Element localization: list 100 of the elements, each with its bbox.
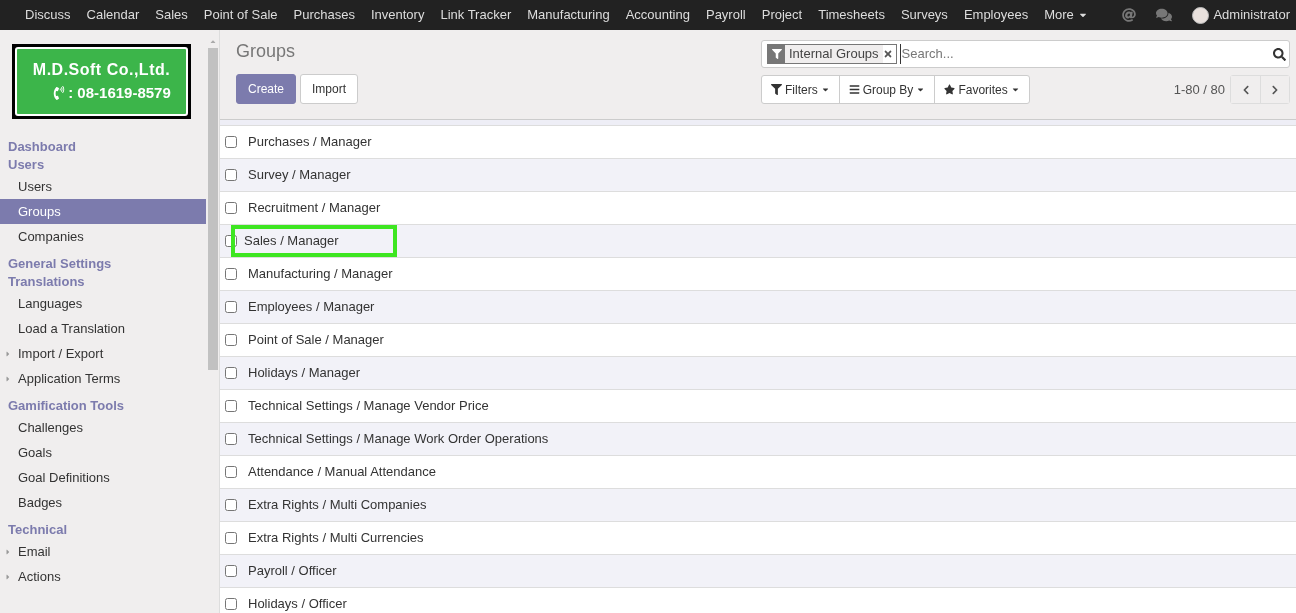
group-name: Attendance / Manual Attendance (247, 463, 437, 482)
pager-value: 1-80 / 80 (1173, 80, 1225, 99)
row-checkbox[interactable] (225, 169, 237, 181)
row-checkbox[interactable] (225, 598, 237, 610)
group-name: Technical Settings / Manage Vendor Price (247, 397, 490, 416)
nav-menu-item[interactable]: Payroll (697, 5, 754, 25)
search-input[interactable]: Search... (899, 44, 1270, 64)
row-checkbox[interactable] (225, 367, 237, 379)
sidebar-item[interactable]: Goal Definitions (0, 465, 206, 490)
row-checkbox[interactable] (225, 301, 237, 313)
caret-icon (4, 572, 12, 581)
sidebar-item[interactable]: Application Terms (0, 366, 206, 391)
list-row[interactable]: Holidays / Manager (220, 357, 1296, 390)
sidebar-heading: General Settings (7, 255, 113, 273)
group-name: Holidays / Officer (247, 595, 348, 613)
nav-menu-item[interactable]: Purchases (285, 5, 363, 25)
sidebar-item[interactable]: Languages (0, 291, 206, 316)
row-checkbox[interactable] (225, 136, 237, 148)
row-checkbox[interactable] (225, 334, 237, 346)
chat-icon[interactable] (1156, 7, 1173, 23)
filter-icon (771, 49, 782, 59)
close-icon[interactable] (882, 49, 893, 59)
list-row[interactable]: Extra Rights / Multi Companies (220, 489, 1296, 522)
row-checkbox[interactable] (225, 466, 237, 478)
row-checkbox[interactable] (225, 499, 237, 511)
row-checkbox[interactable] (225, 433, 237, 445)
dropdown-button[interactable]: Group By (838, 76, 935, 103)
sidebar-item-label: Application Terms (18, 369, 121, 388)
nav-menu-item[interactable]: Manufacturing (519, 5, 618, 25)
caret-icon (916, 85, 926, 94)
caret-icon (4, 349, 12, 358)
sidebar-item-label: Actions (18, 567, 61, 586)
sidebar-item[interactable]: Import / Export (0, 341, 206, 366)
dropdown-button[interactable]: Filters (762, 76, 839, 103)
list-icon (848, 84, 860, 95)
sidebar-heading: Dashboard (7, 138, 77, 156)
row-checkbox[interactable] (225, 400, 237, 412)
nav-menu-item[interactable]: Surveys (892, 5, 956, 25)
group-name: Sales / Manager (231, 225, 397, 257)
list-row[interactable]: Payroll / Officer (220, 555, 1296, 588)
sidebar-item[interactable]: Challenges (0, 415, 206, 440)
caret-icon (4, 547, 12, 556)
group-name: Holidays / Manager (247, 364, 361, 383)
row-checkbox[interactable] (225, 235, 237, 247)
sidebar-item[interactable]: Groups (0, 199, 206, 224)
caret-icon (1010, 85, 1020, 94)
sidebar-item[interactable]: Badges (0, 490, 206, 515)
nav-menu-item[interactable]: Discuss (17, 5, 79, 25)
row-checkbox[interactable] (225, 532, 237, 544)
filter-icon (771, 84, 782, 95)
row-checkbox[interactable] (225, 202, 237, 214)
user-menu[interactable]: Administrator (1213, 5, 1290, 25)
group-name: Technical Settings / Manage Work Order Operations (247, 430, 550, 449)
page-title: Groups (236, 40, 297, 62)
group-name: Extra Rights / Multi Currencies (247, 529, 425, 548)
search-field[interactable]: Internal Groups Search... (761, 40, 1290, 68)
list-row[interactable]: Survey / Manager (220, 159, 1296, 192)
sidebar-item-label: Email (18, 542, 51, 561)
sidebar-item[interactable]: Actions (0, 564, 206, 589)
mention-icon[interactable] (1122, 8, 1137, 22)
chevron-right-icon (1270, 84, 1280, 95)
sidebar-item[interactable]: Load a Translation (0, 316, 206, 341)
more-menu[interactable]: More (1036, 5, 1096, 25)
row-checkbox[interactable] (225, 565, 237, 577)
dropdown-button[interactable]: Favorites (934, 76, 1029, 103)
nav-menu-item[interactable]: Employees (955, 5, 1037, 25)
sidebar-heading: Technical (7, 521, 68, 539)
logo-company-name: M.D.Soft Co.,Ltd. (32, 59, 171, 80)
sidebar-heading: Translations (7, 273, 86, 291)
list-row[interactable]: Sales / Manager (220, 225, 1296, 258)
nav-menu-item[interactable]: Link Tracker (432, 5, 520, 25)
nav-menu-item[interactable]: Sales (147, 5, 196, 25)
group-name: Extra Rights / Multi Companies (247, 496, 428, 515)
nav-menu-item[interactable]: Point of Sale (195, 5, 286, 25)
create-button[interactable]: Create (236, 74, 297, 104)
sidebar-item-label: Import / Export (18, 344, 104, 363)
nav-menu-item[interactable]: Inventory (362, 5, 433, 25)
sidebar-item[interactable]: Email (0, 539, 206, 564)
sidebar-item[interactable]: Goals (0, 440, 206, 465)
logo-phone: : 08-1619-8579 (68, 82, 171, 103)
avatar (1192, 6, 1210, 24)
caret-icon (4, 374, 12, 383)
nav-menu-item[interactable]: Project (753, 5, 811, 25)
sidebar-heading: Gamification Tools (7, 397, 126, 415)
nav-menu-item[interactable]: Timesheets (810, 5, 893, 25)
sidebar-item[interactable]: Companies (0, 224, 206, 249)
list-row[interactable]: Employees / Manager (220, 291, 1296, 324)
nav-menu-item[interactable]: Calendar (78, 5, 148, 25)
group-name: Employees / Manager (247, 298, 376, 317)
import-button[interactable]: Import (300, 74, 359, 104)
nav-menu-item[interactable]: Accounting (617, 5, 698, 25)
sidebar-item[interactable]: Users (0, 174, 206, 199)
group-name: Survey / Manager (247, 166, 352, 185)
caret-icon (820, 85, 830, 94)
row-checkbox[interactable] (225, 268, 237, 280)
search-icon[interactable] (1273, 47, 1286, 61)
group-name: Recruitment / Manager (247, 199, 382, 218)
group-name: Purchases / Manager (247, 133, 373, 152)
phone-icon (52, 86, 67, 100)
list-row[interactable]: Technical Settings / Manage Work Order Operations (220, 423, 1296, 456)
